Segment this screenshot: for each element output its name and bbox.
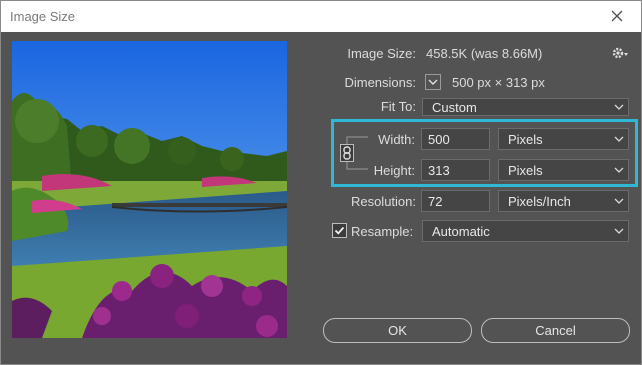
width-input[interactable] — [421, 128, 490, 150]
width-label: Width: — [378, 132, 415, 147]
image-size-dialog: Image Size Image Size: 458.5K (was 8.66M… — [0, 0, 642, 365]
image-size-label: Image Size: — [347, 46, 416, 61]
image-preview — [12, 41, 287, 338]
dimensions-toggle[interactable] — [425, 74, 441, 90]
fit-to-label: Fit To: — [380, 99, 416, 114]
settings-menu-button[interactable] — [611, 45, 629, 61]
height-unit-value: Pixels — [508, 163, 543, 178]
height-input[interactable] — [421, 159, 490, 181]
chevron-down-icon — [614, 167, 624, 173]
gear-icon — [612, 47, 628, 59]
width-unit-value: Pixels — [508, 132, 543, 147]
close-icon — [611, 10, 623, 22]
chevron-down-icon — [614, 104, 624, 110]
resample-method-select[interactable]: Automatic — [422, 220, 629, 242]
chevron-down-icon — [425, 74, 441, 90]
resolution-unit-select[interactable]: Pixels/Inch — [498, 190, 629, 212]
resolution-unit-value: Pixels/Inch — [508, 194, 571, 209]
resample-checkbox[interactable] — [332, 223, 347, 238]
resolution-input[interactable] — [421, 190, 490, 212]
fit-to-select[interactable]: Custom — [422, 98, 629, 116]
chevron-down-icon — [614, 228, 624, 234]
height-unit-select[interactable]: Pixels — [498, 159, 629, 181]
height-label: Height: — [373, 163, 415, 178]
chevron-down-icon — [614, 136, 624, 142]
resample-label: Resample: — [351, 224, 414, 239]
dimensions-label: Dimensions: — [344, 75, 416, 90]
title-bar: Image Size — [1, 1, 641, 32]
dimensions-value: 500 px × 313 px — [452, 75, 545, 90]
checkmark-icon — [332, 223, 347, 238]
image-size-value: 458.5K (was 8.66M) — [426, 46, 543, 61]
ok-button[interactable]: OK — [323, 318, 472, 343]
resample-method-value: Automatic — [432, 224, 490, 239]
dialog-title: Image Size — [10, 9, 76, 24]
cancel-button[interactable]: Cancel — [481, 318, 630, 343]
resolution-label: Resolution: — [350, 194, 416, 209]
close-button[interactable] — [604, 4, 630, 28]
width-unit-select[interactable]: Pixels — [498, 128, 629, 150]
chevron-down-icon — [614, 198, 624, 204]
fit-to-value: Custom — [432, 100, 477, 115]
